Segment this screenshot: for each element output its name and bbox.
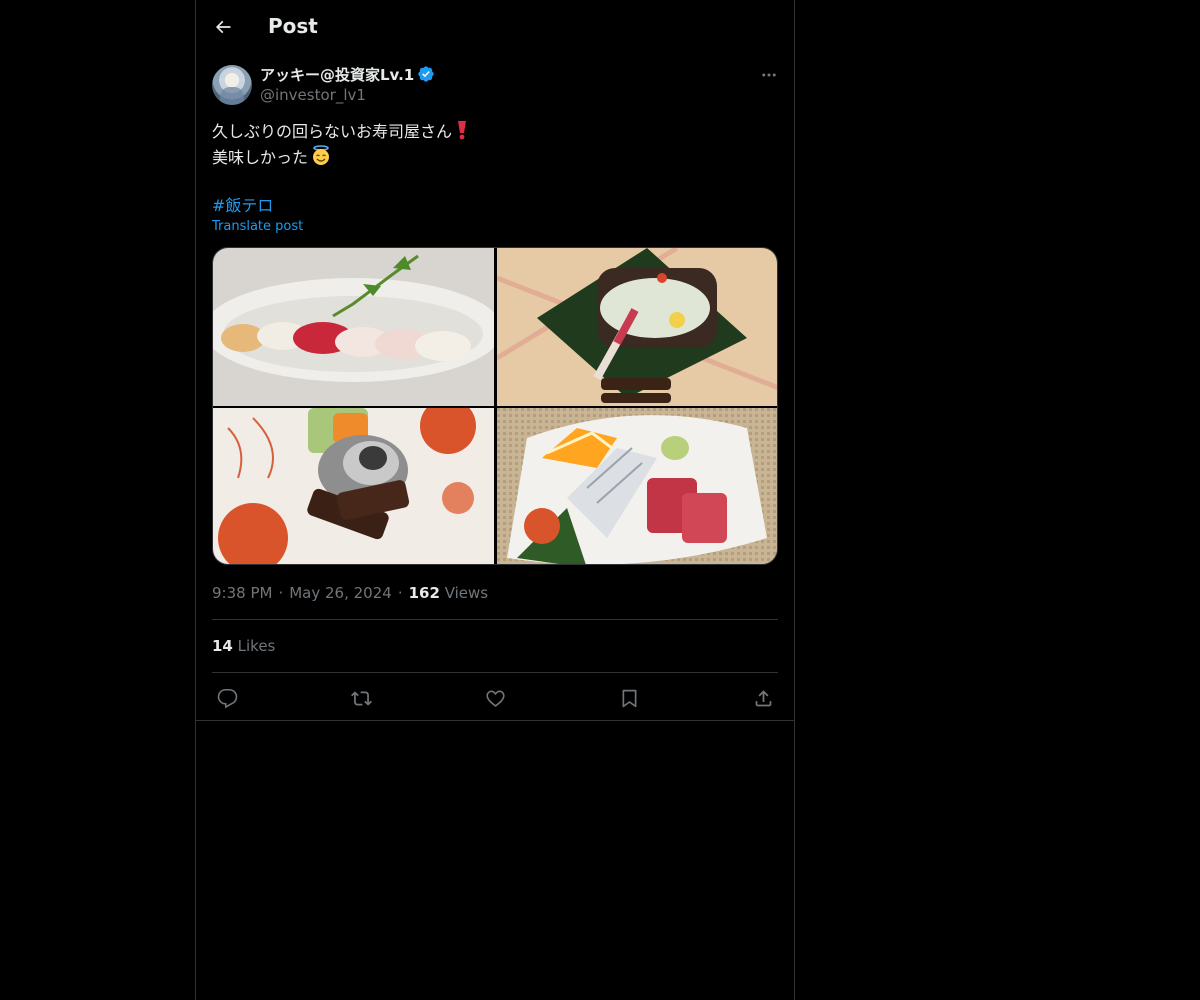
more-options-button[interactable] [758, 64, 780, 86]
sashimi-photo[interactable] [497, 408, 777, 564]
post-time[interactable]: 9:38 PM [212, 584, 272, 602]
heavy-exclamation-mark-icon [458, 121, 467, 140]
views-label: Views [444, 584, 489, 602]
meta-separator: · [397, 584, 403, 602]
page-title: Post [268, 14, 318, 38]
nigiri-sushi-photo[interactable] [213, 248, 494, 406]
post-text-line-1-text: 久しぶりの回らないお寿司屋さん [212, 122, 453, 141]
more-dots-icon [762, 73, 776, 77]
post-date[interactable]: May 26, 2024 [289, 584, 392, 602]
hashtag-link[interactable]: #飯テロ [212, 192, 273, 216]
appetizer-plate-photo[interactable] [213, 408, 494, 564]
likes-link[interactable]: 14 Likes [212, 637, 275, 655]
bookmark-icon [622, 689, 636, 707]
verified-badge-icon [418, 66, 434, 82]
divider [212, 619, 778, 620]
author-name-row[interactable]: アッキー@投資家Lv.1 [260, 64, 435, 85]
media-grid [212, 247, 778, 565]
post-meta: 9:38 PM · May 26, 2024 · 162 Views [212, 584, 488, 602]
share-icon [755, 689, 771, 706]
grilled-fish-photo[interactable] [497, 248, 777, 406]
bookmark-button[interactable] [616, 685, 642, 711]
likes-label: Likes [237, 637, 276, 655]
divider [196, 720, 794, 721]
likes-count: 14 [212, 637, 233, 655]
post-text: 久しぶりの回らないお寿司屋さん 美味しかった [212, 119, 772, 170]
avatar[interactable] [212, 65, 252, 105]
views-count: 162 [408, 584, 440, 602]
like-button[interactable] [482, 685, 508, 711]
back-button[interactable] [208, 12, 238, 42]
post-column: Post アッキー@投資家Lv.1 @investor_lv1 久しぶりの回らな… [195, 0, 795, 1000]
repost-icon [350, 690, 372, 706]
divider [212, 672, 778, 673]
smiling-face-with-halo-icon [313, 145, 330, 165]
meta-separator: · [278, 584, 284, 602]
arrow-left-icon [215, 20, 231, 34]
reply-button[interactable] [214, 685, 240, 711]
author-handle[interactable]: @investor_lv1 [260, 86, 366, 104]
post-text-line-1: 久しぶりの回らないお寿司屋さん [212, 119, 772, 144]
author-display-name[interactable]: アッキー@投資家Lv.1 [260, 66, 414, 84]
translate-post-link[interactable]: Translate post [212, 219, 303, 234]
post-text-line-2: 美味しかった [212, 144, 772, 170]
repost-button[interactable] [348, 685, 374, 711]
post-text-line-2-text: 美味しかった [212, 148, 309, 167]
share-button[interactable] [750, 685, 776, 711]
top-bar: Post [196, 0, 794, 53]
like-icon [485, 690, 505, 707]
reply-icon [217, 688, 237, 708]
